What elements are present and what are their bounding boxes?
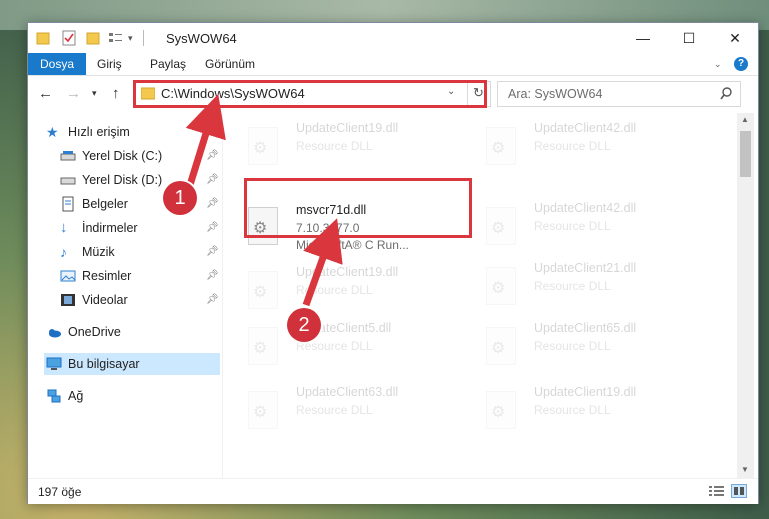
arrow-to-address-bar	[185, 93, 226, 187]
arrow-to-file	[302, 218, 343, 307]
step-1-badge: 1	[163, 181, 197, 215]
annotation-arrows	[185, 93, 343, 307]
step-2-badge: 2	[287, 308, 321, 342]
